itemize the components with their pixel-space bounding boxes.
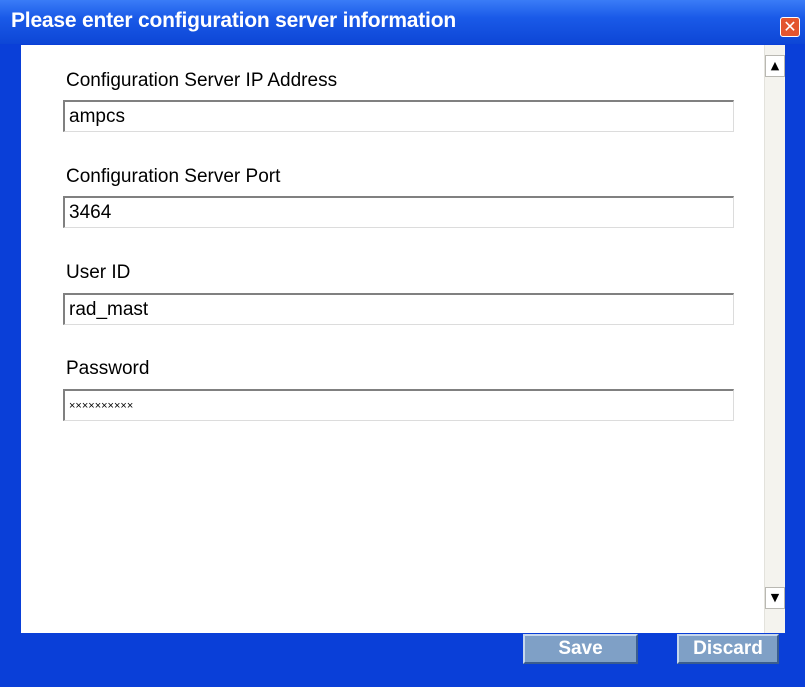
discard-button[interactable]: Discard	[677, 634, 779, 664]
vertical-scrollbar[interactable]: ▲ ▼	[764, 45, 785, 633]
save-button[interactable]: Save	[523, 634, 638, 664]
dialog-window: Please enter configuration server inform…	[0, 0, 805, 687]
ip-address-field[interactable]: ampcs	[63, 100, 734, 132]
ip-address-label: Configuration Server IP Address	[66, 70, 338, 91]
password-label: Password	[66, 358, 150, 379]
port-label: Configuration Server Port	[66, 166, 281, 187]
port-field[interactable]: 3464	[63, 196, 734, 228]
scroll-down-arrow-icon[interactable]: ▼	[765, 587, 785, 609]
title-bar[interactable]: Please enter configuration server inform…	[0, 0, 805, 44]
dialog-title: Please enter configuration server inform…	[11, 9, 456, 32]
user-id-field[interactable]: rad_mast	[63, 293, 734, 325]
close-icon[interactable]: ✕	[780, 17, 800, 37]
password-field[interactable]: ××××××××××	[63, 389, 734, 421]
scroll-up-arrow-icon[interactable]: ▲	[765, 55, 785, 77]
form-panel	[21, 45, 785, 633]
user-id-label: User ID	[66, 262, 131, 283]
button-bar	[21, 633, 785, 687]
